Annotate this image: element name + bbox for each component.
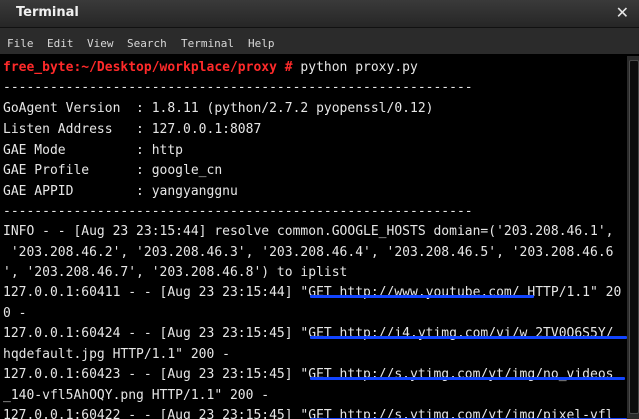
log-line: 127.0.0.1:60424 - - [Aug 23 23:15:45] "G…: [3, 326, 614, 341]
log-line: ', '203.208.46.7', '203.208.46.8') to ip…: [3, 265, 348, 280]
url-underline: [310, 336, 627, 339]
log-line: 127.0.0.1:60423 - - [Aug 23 23:15:45] "G…: [3, 367, 614, 382]
scrollbar-thumb[interactable]: [629, 60, 639, 414]
scrollbar[interactable]: [627, 56, 639, 419]
config-goagent-version: GoAgent Version : 1.8.11 (python/2.7.2 p…: [3, 101, 434, 116]
menu-file[interactable]: File: [7, 37, 34, 50]
prompt-command: python proxy.py: [292, 60, 418, 75]
log-line: '203.208.46.2', '203.208.46.3', '203.208…: [3, 245, 614, 260]
prompt-path: free_byte:~/Desktop/workplace/proxy #: [3, 60, 293, 75]
config-gae-mode: GAE Mode : http: [3, 143, 184, 158]
log-line: 127.0.0.1:60411 - - [Aug 23 23:15:44] "G…: [3, 285, 622, 300]
log-line: 0 -: [3, 306, 27, 321]
url-underline: [310, 377, 625, 380]
terminal-output[interactable]: free_byte:~/Desktop/workplace/proxy # py…: [0, 56, 627, 419]
menu-edit[interactable]: Edit: [47, 37, 74, 50]
prompt-line: free_byte:~/Desktop/workplace/proxy # py…: [3, 58, 418, 78]
log-line: _140-vfl5AhOQY.png HTTP/1.1" 200 -: [3, 388, 270, 403]
separator-line: ----------------------------------------…: [3, 80, 473, 95]
config-gae-appid: GAE APPID : yangyanggnu: [3, 184, 238, 199]
window-title: Terminal: [16, 5, 79, 20]
menu-view[interactable]: View: [87, 37, 114, 50]
title-bar[interactable]: Terminal ✕: [0, 0, 639, 28]
close-icon[interactable]: ✕: [616, 3, 629, 22]
menu-search[interactable]: Search: [127, 37, 167, 50]
terminal-window: Terminal ✕ File Edit View Search Termina…: [0, 0, 639, 419]
config-listen-address: Listen Address : 127.0.0.1:8087: [3, 122, 262, 137]
menu-bar: File Edit View Search Terminal Help: [0, 28, 639, 54]
log-line: hqdefault.jpg HTTP/1.1" 200 -: [3, 347, 230, 362]
url-underline: [310, 295, 534, 298]
separator-line: ----------------------------------------…: [3, 204, 473, 219]
log-line: INFO - - [Aug 23 23:15:44] resolve commo…: [3, 224, 614, 239]
menu-terminal[interactable]: Terminal: [181, 37, 234, 50]
menu-help[interactable]: Help: [248, 37, 275, 50]
config-gae-profile: GAE Profile : google_cn: [3, 163, 223, 178]
